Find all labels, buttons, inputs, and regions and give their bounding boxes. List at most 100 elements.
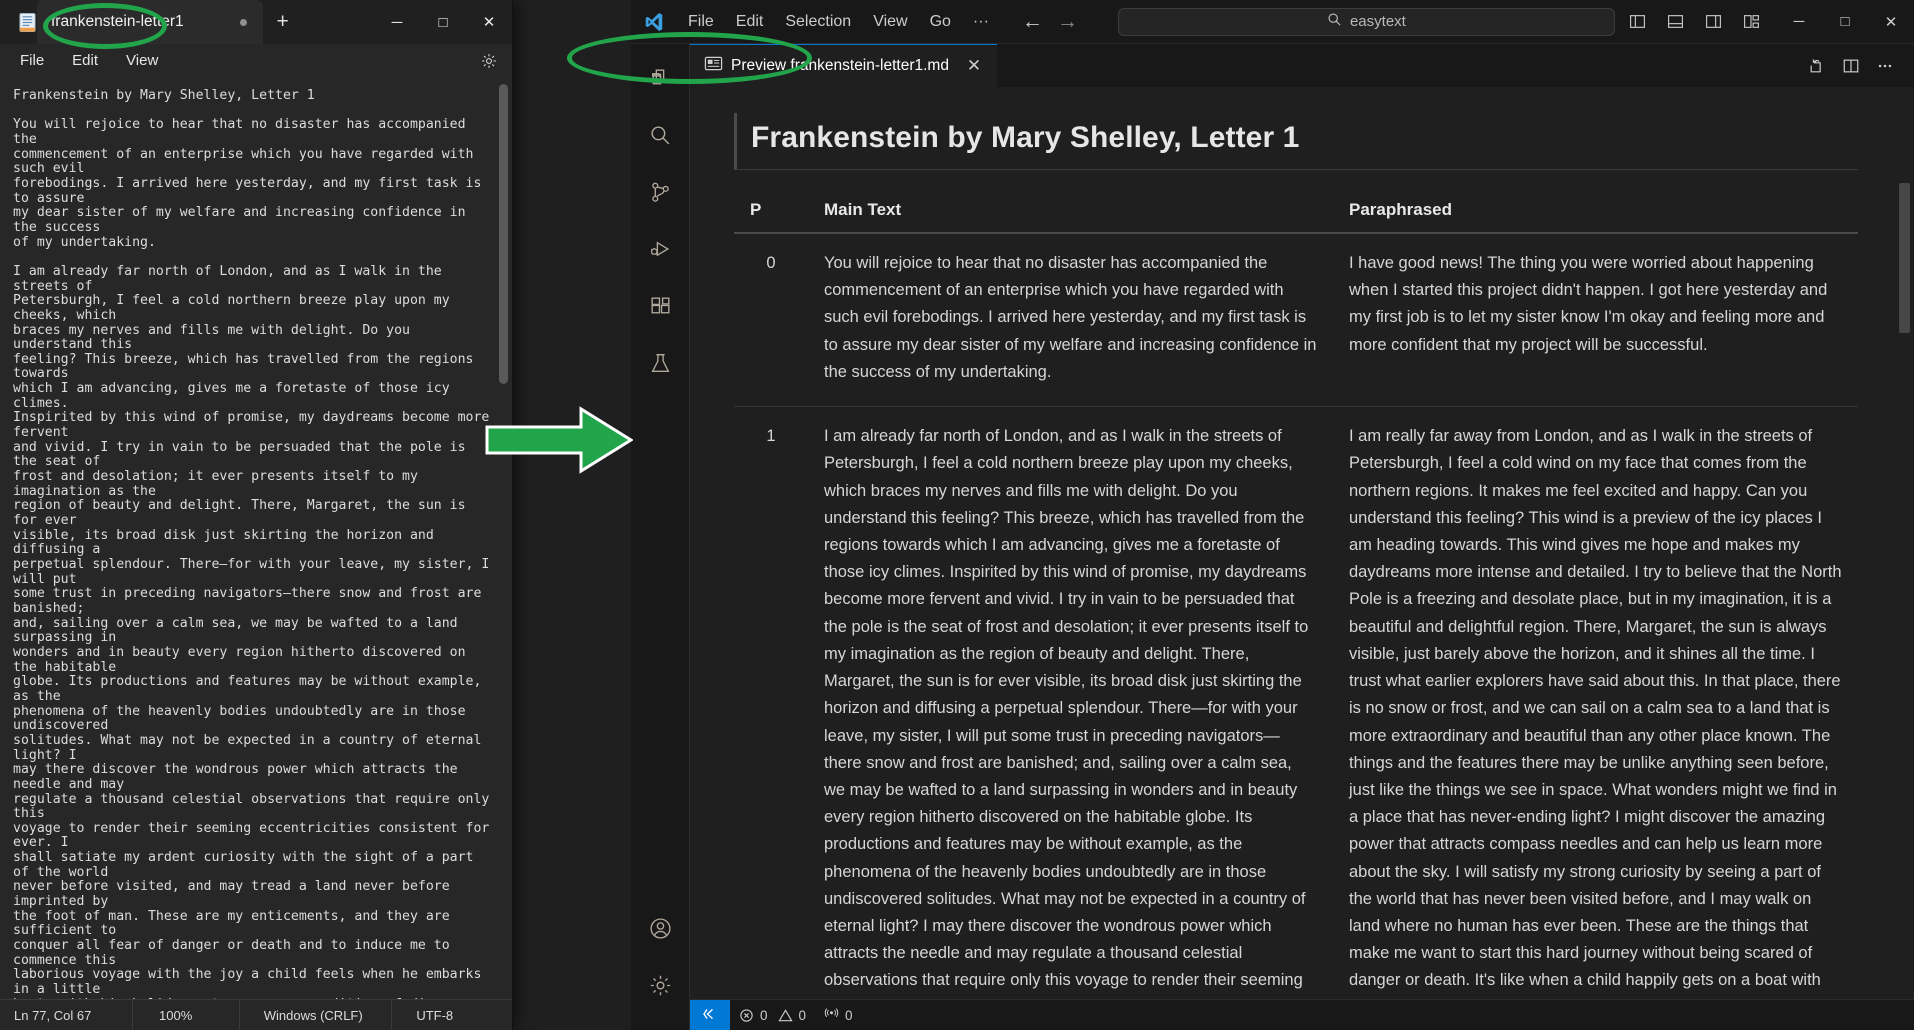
remote-window-button[interactable] [690,1000,730,1030]
vscode-menu-bar: File Edit Selection View Go ··· [677,9,1000,35]
vscode-minimize-button[interactable]: ─ [1776,0,1822,43]
cursor-position[interactable]: Ln 77, Col 67 [0,1000,132,1030]
zoom-level[interactable]: 100% [132,1000,239,1030]
column-header-paraphrased: Paraphrased [1333,192,1858,234]
page-title: Frankenstein by Mary Shelley, Letter 1 [734,113,1858,170]
status-ports[interactable]: 0 [815,1000,862,1030]
editor-area: Preview frankenstein-letter1.md ✕ Franke… [690,44,1914,1030]
sidebar-item-manage[interactable] [631,959,689,1016]
sidebar-item-search[interactable] [631,109,689,166]
notepad-status-bar: Ln 77, Col 67 100% Windows (CRLF) UTF-8 [0,999,512,1030]
table-head: P Main Text Paraphrased [734,192,1858,234]
error-icon [740,1008,753,1022]
vscode-title-bar: File Edit Selection View Go ··· ← → easy… [631,0,1914,44]
toggle-primary-sidebar-icon[interactable] [1622,7,1652,37]
search-icon [1327,12,1342,32]
ports-count: 0 [845,1007,853,1023]
menu-selection[interactable]: Selection [774,9,862,35]
toggle-panel-icon[interactable] [1660,7,1690,37]
sidebar-item-testing[interactable] [631,337,689,394]
customize-layout-icon[interactable] [1736,7,1766,37]
cell-paraphrased-text: I am really far away from London, and as… [1333,406,1858,999]
open-preview-to-the-side-icon[interactable] [1802,51,1832,81]
split-editor-icon[interactable] [1836,51,1866,81]
new-tab-button[interactable]: + [263,0,303,44]
tab-preview-frankenstein[interactable]: Preview frankenstein-letter1.md ✕ [690,44,997,87]
notepad-icon [18,12,37,33]
remote-window-icon [703,1008,713,1020]
gear-icon[interactable] [476,48,502,74]
notepad-close-button[interactable]: ✕ [466,0,512,44]
notepad-scrollbar[interactable] [499,76,510,999]
close-icon[interactable]: ✕ [963,55,985,77]
paraphrase-table: P Main Text Paraphrased 0 You will rejoi… [734,192,1858,999]
sidebar-item-extensions[interactable] [631,280,689,337]
notepad-window-controls: ─ □ ✕ [374,0,512,44]
vscode-close-button[interactable]: ✕ [1868,0,1914,43]
search-icon [648,123,673,153]
notepad-minimize-button[interactable]: ─ [374,0,420,44]
encoding[interactable]: UTF-8 [391,1000,512,1030]
vscode-window: File Edit Selection View Go ··· ← → easy… [631,0,1914,1030]
arrow-left-icon[interactable]: ← [1022,11,1043,32]
preview-scrollbar-thumb[interactable] [1899,183,1910,333]
notepad-menu-view[interactable]: View [112,48,172,73]
menu-view[interactable]: View [862,9,918,35]
notepad-window: frankenstein-letter1 + ─ □ ✕ File Edit V… [0,0,513,1030]
menu-more[interactable]: ··· [962,9,1000,35]
menu-go[interactable]: Go [919,9,962,35]
gear-icon [648,973,673,1003]
notepad-text-area[interactable]: Frankenstein by Mary Shelley, Letter 1 Y… [0,76,512,999]
cell-main-text: I am already far north of London, and as… [808,406,1333,999]
menu-file[interactable]: File [677,9,725,35]
editor-tab-bar: Preview frankenstein-letter1.md ✕ [690,44,1914,87]
notepad-menu-file[interactable]: File [6,48,58,73]
beaker-icon [648,351,673,381]
notepad-menu-bar: File Edit View [0,44,512,76]
command-center-search[interactable]: easytext [1117,7,1615,36]
sidebar-item-explorer[interactable] [631,52,689,109]
layout-controls [1622,7,1776,37]
cell-main-text: You will rejoice to hear that no disaste… [808,233,1333,408]
notepad-tab[interactable]: frankenstein-letter1 [37,0,263,44]
table-row: 0 You will rejoice to hear that no disas… [734,233,1858,408]
notepad-maximize-button[interactable]: □ [420,0,466,44]
line-ending[interactable]: Windows (CRLF) [238,1000,392,1030]
vscode-navigation: ← → [1022,11,1078,32]
status-problems[interactable]: 0 0 [730,1000,815,1030]
sidebar-item-run-and-debug[interactable] [631,223,689,280]
cell-paraphrased-text: I have good news! The thing you were wor… [1333,233,1858,408]
sidebar-item-source-control[interactable] [631,166,689,223]
notepad-tab-title: frankenstein-letter1 [51,13,184,30]
arrow-right-icon[interactable]: → [1057,11,1078,32]
radio-tower-icon [824,1007,839,1017]
more-actions-icon[interactable] [1870,51,1900,81]
warning-icon [777,1008,793,1021]
notepad-document-text[interactable]: Frankenstein by Mary Shelley, Letter 1 Y… [0,76,512,999]
column-header-main-text: Main Text [808,192,1333,234]
vscode-status-bar: 0 0 0 [690,999,1914,1030]
toggle-secondary-sidebar-icon[interactable] [1698,7,1728,37]
vscode-window-controls: ─ □ ✕ [1776,0,1914,43]
sidebar-item-accounts[interactable] [631,902,689,959]
notepad-scrollbar-thumb[interactable] [499,84,508,384]
warning-count: 0 [798,1007,807,1023]
account-icon [648,916,673,946]
annotation-arrow [485,405,634,475]
menu-edit[interactable]: Edit [725,9,775,35]
unsaved-indicator-icon[interactable] [239,18,247,26]
vscode-maximize-button[interactable]: □ [1822,0,1868,43]
vscode-logo-icon [631,11,677,33]
source-control-icon [648,180,673,210]
table-body: 0 You will rejoice to hear that no disas… [734,233,1858,999]
search-query-text: easytext [1349,13,1406,30]
notepad-menu-edit[interactable]: Edit [58,48,112,73]
run-and-debug-icon [648,237,673,267]
vscode-titlebar-right: ─ □ ✕ [1622,0,1914,43]
column-header-p: P [734,192,808,234]
markdown-preview[interactable]: Frankenstein by Mary Shelley, Letter 1 P… [690,87,1914,999]
files-icon [648,66,673,96]
table-header-row: P Main Text Paraphrased [734,192,1858,234]
error-count: 0 [760,1007,768,1023]
activity-bar [631,44,690,1030]
